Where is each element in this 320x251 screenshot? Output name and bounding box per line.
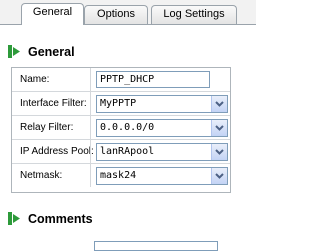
dropdown-button[interactable] xyxy=(211,168,227,184)
interface-filter-row: Interface Filter: MyPPTP xyxy=(12,92,230,116)
name-row: Name: xyxy=(12,68,230,92)
chevron-down-icon xyxy=(215,173,224,179)
interface-filter-value: MyPPTP xyxy=(100,98,137,109)
comments-section-title: Comments xyxy=(28,212,93,226)
arrow-right-icon xyxy=(8,45,20,58)
column-divider xyxy=(90,92,91,115)
netmask-row: Netmask: mask24 xyxy=(12,164,230,188)
ip-address-pool-label: IP Address Pool: xyxy=(20,146,94,157)
tab-strip: General Options Log Settings xyxy=(0,0,256,25)
interface-filter-select[interactable]: MyPPTP xyxy=(96,95,228,113)
tab-options[interactable]: Options xyxy=(84,5,148,24)
column-divider xyxy=(90,164,91,187)
ip-address-pool-select[interactable]: lanRApool xyxy=(96,143,228,161)
relay-filter-select[interactable]: 0.0.0.0/0 xyxy=(96,119,228,137)
relay-filter-row: Relay Filter: 0.0.0.0/0 xyxy=(12,116,230,140)
chevron-down-icon xyxy=(215,149,224,155)
tab-log-settings[interactable]: Log Settings xyxy=(151,5,237,24)
general-form: Name: Interface Filter: MyPPTP Relay Fil… xyxy=(11,67,231,193)
comments-input[interactable] xyxy=(94,241,218,251)
name-input[interactable] xyxy=(96,71,210,88)
column-divider xyxy=(90,68,91,91)
dropdown-button[interactable] xyxy=(211,144,227,160)
interface-filter-label: Interface Filter: xyxy=(20,98,87,109)
chevron-down-icon xyxy=(215,125,224,131)
general-section-title: General xyxy=(28,45,75,59)
dropdown-button[interactable] xyxy=(211,96,227,112)
netmask-value: mask24 xyxy=(100,170,137,181)
general-section-header: General xyxy=(8,43,128,61)
column-divider xyxy=(90,116,91,139)
ip-address-pool-value: lanRApool xyxy=(100,146,155,157)
arrow-right-icon xyxy=(8,212,20,225)
tab-general[interactable]: General xyxy=(21,3,84,25)
netmask-label: Netmask: xyxy=(20,170,63,181)
relay-filter-label: Relay Filter: xyxy=(20,122,74,133)
relay-filter-value: 0.0.0.0/0 xyxy=(100,122,155,133)
chevron-down-icon xyxy=(215,101,224,107)
comments-section-header: Comments xyxy=(8,210,148,228)
ip-address-pool-row: IP Address Pool: lanRApool xyxy=(12,140,230,164)
name-label: Name: xyxy=(20,74,50,85)
dropdown-button[interactable] xyxy=(211,120,227,136)
netmask-select[interactable]: mask24 xyxy=(96,167,228,185)
column-divider xyxy=(90,140,91,163)
